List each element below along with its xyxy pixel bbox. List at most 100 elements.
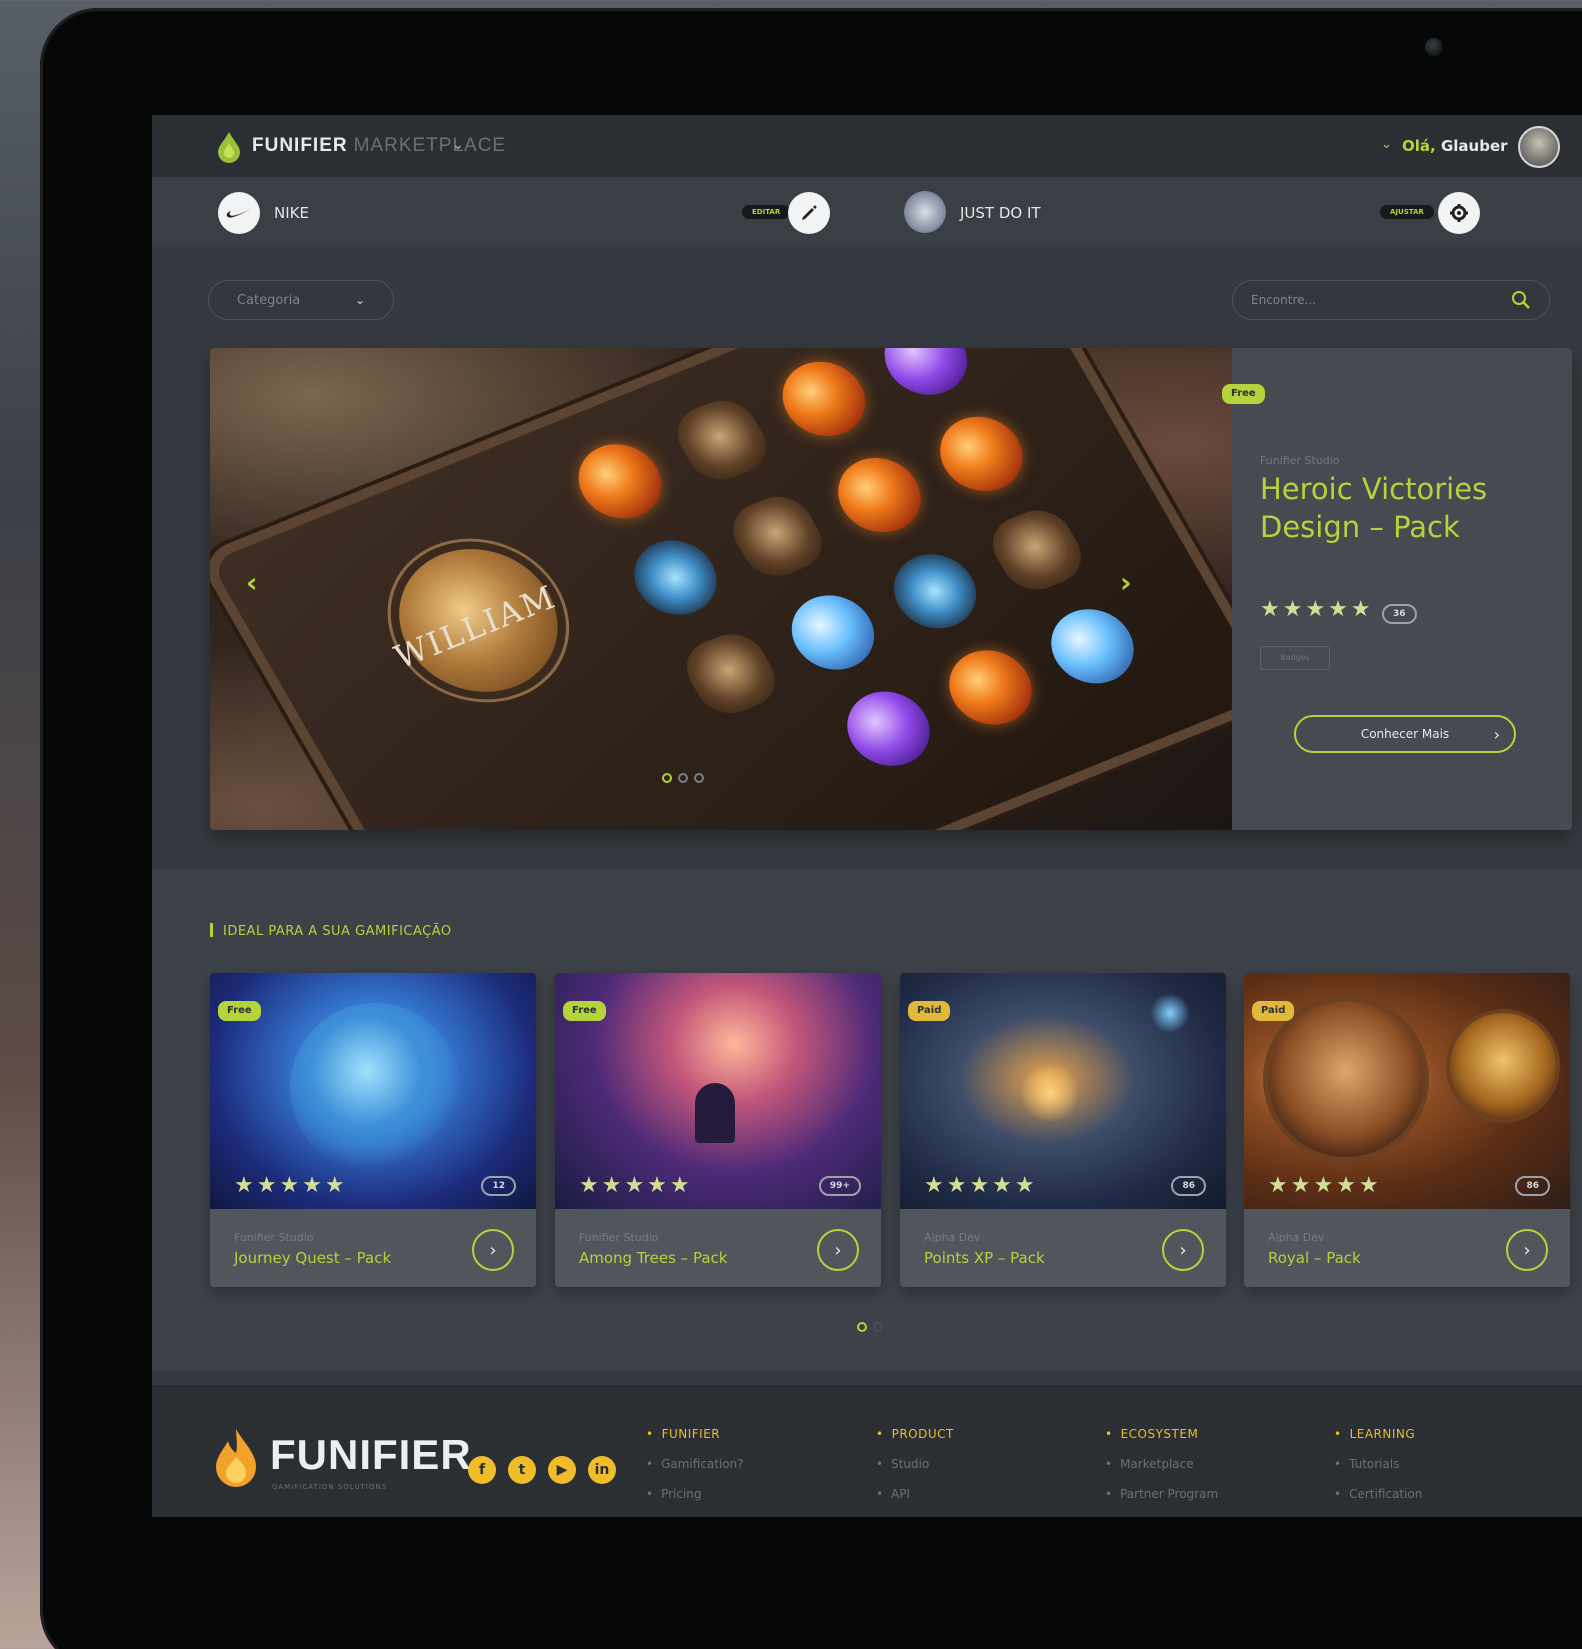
search-icon[interactable]	[1511, 290, 1531, 310]
card-open-button[interactable]: ›	[1162, 1229, 1204, 1271]
carousel-next-chevron-icon[interactable]: ›	[1120, 566, 1132, 599]
footer-link[interactable]: Certification	[1334, 1487, 1544, 1501]
chevron-right-icon: ›	[489, 1239, 497, 1261]
brand-name: FUNIFIER	[252, 135, 348, 156]
social-links: f t ▶ in	[468, 1456, 616, 1484]
camera-lens	[1425, 38, 1443, 56]
pagination-dot[interactable]	[873, 1322, 883, 1332]
featured-author: Funifier Studio	[1260, 454, 1340, 467]
purple-gem	[832, 679, 945, 778]
linkedin-icon[interactable]: in	[588, 1456, 616, 1484]
carousel-dot[interactable]	[694, 773, 704, 783]
blue-gem	[1036, 597, 1149, 696]
footer-link[interactable]: Pricing	[646, 1487, 856, 1501]
product-card[interactable]: Paid ★★★★★ 86 Alpha Dev Points XP – Pack…	[900, 973, 1226, 1287]
cross-gem	[879, 542, 991, 641]
twitter-icon[interactable]: t	[508, 1456, 536, 1484]
featured-info-panel: Free Funifier Studio Heroic Victories De…	[1222, 348, 1572, 830]
price-badge: Free	[563, 1001, 606, 1021]
featured-rating-stars: ★★★★★	[1260, 597, 1374, 622]
learn-more-label: Conhecer Mais	[1360, 727, 1450, 741]
card-open-button[interactable]: ›	[472, 1229, 514, 1271]
product-card[interactable]: Free ★★★★★ 12 Funifier Studio Journey Qu…	[210, 973, 536, 1287]
footer-brand: FUNIFIER	[270, 1431, 472, 1478]
pagination-dot[interactable]	[857, 1322, 867, 1332]
footer-link[interactable]: Studio	[876, 1457, 1086, 1471]
footer-column-heading: PRODUCT	[876, 1427, 1086, 1441]
section-title-text: IDEAL PARA A SUA GAMIFICAÇÃO	[223, 924, 452, 939]
card-rating-stars: ★★★★★	[234, 1173, 348, 1198]
learn-more-button[interactable]: Conhecer Mais ›	[1294, 715, 1516, 753]
footer-link[interactable]: Gamification?	[646, 1457, 856, 1471]
card-title: Points XP – Pack	[924, 1249, 1045, 1267]
blue-gem	[777, 583, 889, 682]
footer-link[interactable]: Tutorials	[1334, 1457, 1544, 1471]
footer-link[interactable]: API	[876, 1487, 1086, 1501]
carousel-prev-chevron-icon[interactable]: ‹	[246, 566, 258, 599]
footer-link[interactable]: Partner Program	[1105, 1487, 1315, 1501]
company-logo	[218, 192, 260, 234]
section-heading: IDEAL PARA A SUA GAMIFICAÇÃO	[210, 923, 452, 939]
card-title: Journey Quest – Pack	[234, 1249, 392, 1267]
footer-column-learning: LEARNING Tutorials Certification	[1334, 1427, 1544, 1501]
pencil-icon	[802, 205, 817, 220]
category-select[interactable]: Categoria ⌄	[208, 280, 394, 320]
search-box	[1232, 280, 1550, 320]
mask-gem	[675, 625, 787, 723]
chevron-right-icon: ›	[1493, 724, 1500, 744]
search-input[interactable]	[1251, 293, 1511, 307]
company-name: NIKE	[274, 204, 309, 222]
user-chevron-down-icon[interactable]: ⌄	[1381, 137, 1392, 152]
funifier-drop-icon	[218, 132, 240, 163]
product-card-row: Free ★★★★★ 12 Funifier Studio Journey Qu…	[210, 973, 1572, 1293]
featured-title: Heroic Victories Design – Pack	[1260, 472, 1488, 544]
card-review-count: 99+	[818, 1176, 861, 1196]
funifier-flame-icon	[216, 1429, 256, 1487]
king-portrait	[1268, 1001, 1424, 1157]
card-title: Among Trees – Pack	[579, 1249, 728, 1267]
price-badge: Paid	[1252, 1001, 1295, 1021]
card-author: Alpha Dev	[1268, 1231, 1325, 1244]
settings-button[interactable]	[1438, 192, 1480, 234]
mask-gem	[981, 501, 1093, 599]
card-rating-stars: ★★★★★	[1268, 1173, 1382, 1198]
app-screen: FUNIFIER MARKETPLACE ⌄ ⌄ Olá, Glauber NIK…	[152, 115, 1582, 1517]
carousel-dot[interactable]	[678, 773, 688, 783]
carousel-dot[interactable]	[662, 773, 672, 783]
chevron-right-icon: ›	[1523, 1239, 1531, 1261]
price-badge: Free	[218, 1001, 261, 1021]
heading-accent-bar	[210, 923, 213, 937]
price-badge: Free	[1222, 384, 1265, 404]
card-open-button[interactable]: ›	[1506, 1229, 1548, 1271]
user-greeting[interactable]: Olá, Glauber	[1402, 137, 1508, 155]
orange-gem	[564, 432, 676, 531]
crystal-figure	[1150, 993, 1190, 1033]
price-badge: Paid	[908, 1001, 951, 1021]
footer-column-heading: LEARNING	[1334, 1427, 1544, 1441]
card-author: Funifier Studio	[234, 1231, 314, 1244]
card-review-count: 86	[1515, 1176, 1550, 1196]
edit-button[interactable]	[788, 192, 830, 234]
product-card[interactable]: Paid ★★★★★ 86 Alpha Dev Royal – Pack ›	[1244, 973, 1570, 1287]
facebook-icon[interactable]: f	[468, 1456, 496, 1484]
footer: FUNIFIER GAMIFICATION SOLUTIONS f t ▶ in…	[152, 1385, 1582, 1517]
card-open-button[interactable]: ›	[817, 1229, 859, 1271]
traveler-figure	[695, 1083, 735, 1143]
card-author: Alpha Dev	[924, 1231, 981, 1244]
featured-artwork[interactable]: WILLIAM ‹ ›	[210, 348, 1270, 830]
greeting-prefix: Olá,	[1402, 137, 1436, 155]
user-avatar[interactable]	[1518, 126, 1560, 168]
orange-gem	[767, 350, 880, 448]
orange-gem	[925, 405, 1038, 503]
youtube-icon[interactable]: ▶	[548, 1456, 576, 1484]
top-navigation-bar: FUNIFIER MARKETPLACE ⌄ ⌄ Olá, Glauber	[152, 115, 1582, 177]
brand-chevron-down-icon[interactable]: ⌄	[452, 137, 464, 153]
edit-tag: EDITAR	[742, 205, 791, 219]
featured-tag[interactable]: Badges	[1260, 646, 1330, 670]
mask-gem	[721, 487, 834, 586]
brand-subtitle: MARKETPLACE	[353, 135, 507, 156]
gear-icon	[1450, 204, 1468, 222]
brand-logo-text[interactable]: FUNIFIER MARKETPLACE	[252, 135, 506, 157]
product-card[interactable]: Free ★★★★★ 99+ Funifier Studio Among Tre…	[555, 973, 881, 1287]
footer-link[interactable]: Marketplace	[1105, 1457, 1315, 1471]
